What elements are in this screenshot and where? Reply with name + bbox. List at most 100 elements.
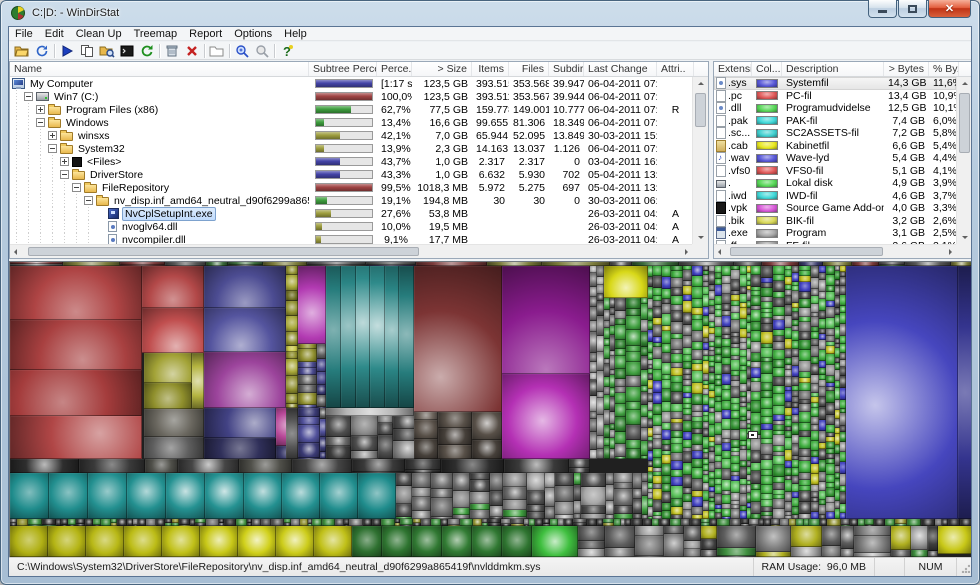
treemap-cell: [740, 494, 747, 506]
treemap-cell: [683, 336, 692, 348]
menu-item-help[interactable]: Help: [278, 27, 313, 41]
tree-row[interactable]: Program Files (x86)62,7%77,5 GB159.77814…: [10, 103, 692, 116]
expand-icon[interactable]: [36, 105, 45, 114]
ext-header-4[interactable]: % By..: [929, 62, 959, 76]
menu-item-treemap[interactable]: Treemap: [128, 27, 184, 41]
treemap-cell: [740, 467, 747, 479]
menu-item-report[interactable]: Report: [183, 27, 228, 41]
tree-horizontal-scrollbar[interactable]: [10, 244, 692, 258]
tree-header-8[interactable]: Attri..: [657, 62, 694, 76]
collapse-icon[interactable]: [72, 183, 81, 192]
menu-item-edit[interactable]: Edit: [39, 27, 70, 41]
tree-row[interactable]: Windows13,4%16,6 GB99.65581.30618.34906-…: [10, 116, 692, 129]
treemap-cell: [958, 266, 972, 519]
tree-header-0[interactable]: Name: [10, 62, 309, 76]
collapse-icon[interactable]: [48, 144, 57, 153]
toolbar-button-copy[interactable]: [77, 42, 97, 59]
extension-row[interactable]: .vpkSource Game Add-on4,0 GB3,3%: [714, 202, 956, 215]
toolbar-button-refresh[interactable]: [137, 42, 157, 59]
collapse-icon[interactable]: [60, 170, 69, 179]
tree-header-4[interactable]: Items: [472, 62, 509, 76]
treemap-cell: [683, 355, 692, 362]
treemap-cell: [431, 489, 453, 498]
extension-row[interactable]: .vfs0VFS0-fil5,1 GB4,1%: [714, 165, 956, 178]
tree-header-2[interactable]: Perce...: [377, 62, 412, 76]
tree-row[interactable]: My Computer[1:17 s]123,5 GB393.515353.56…: [10, 77, 692, 90]
toolbar-button-recycle-bin[interactable]: [162, 42, 182, 59]
collapse-icon[interactable]: [36, 118, 45, 127]
tree-row[interactable]: Win7 (C:)100,0%123,5 GB393.511353.56739.…: [10, 90, 692, 103]
title-bar[interactable]: C:|D: - WinDirStat ✕: [0, 0, 980, 26]
resize-grip[interactable]: [957, 558, 972, 576]
treemap-cell: [615, 325, 626, 340]
menu-item-file[interactable]: File: [9, 27, 39, 41]
tree-header-6[interactable]: Subdirs: [549, 62, 584, 76]
extension-row[interactable]: .dllProgramudvidelse12,5 GB10,1%: [714, 102, 956, 115]
extension-row[interactable]: .exeProgram3,1 GB2,5%: [714, 227, 956, 240]
percentage-bar: [315, 235, 373, 244]
toolbar-button-rescan[interactable]: [32, 42, 52, 59]
tree-header-3[interactable]: > Size: [412, 62, 472, 76]
percentage-cell: 42,1%: [377, 130, 412, 142]
tree-guide: [12, 103, 24, 116]
tree-row[interactable]: nvcompiler.dll9,1%17,7 MB26-03-2011 04:3…: [10, 233, 692, 244]
toolbar-button-zoom-in[interactable]: [232, 42, 252, 59]
ext-header-3[interactable]: > Bytes: [884, 62, 929, 76]
menu-item-clean-up[interactable]: Clean Up: [70, 27, 128, 41]
treemap-cell: [412, 526, 442, 557]
treemap-view[interactable]: [9, 261, 972, 558]
toolbar-button-open-folder[interactable]: [12, 42, 32, 59]
tree-row[interactable]: FileRepository99,5%1018,3 MB5.9725.27569…: [10, 181, 692, 194]
extension-row[interactable]: .pakPAK-fil7,4 GB6,0%: [714, 115, 956, 128]
extension-row[interactable]: .bikBIK-fil3,2 GB2,6%: [714, 215, 956, 228]
tree-header-7[interactable]: Last Change: [584, 62, 657, 76]
tree-row[interactable]: NvCplSetupInt.exe27,6%53,8 MB26-03-2011 …: [10, 207, 692, 220]
menu-item-options[interactable]: Options: [228, 27, 278, 41]
toolbar-button-zoom-out[interactable]: [252, 42, 272, 59]
extension-horizontal-scrollbar[interactable]: [714, 244, 956, 258]
toolbar-button-empty-folder[interactable]: [207, 42, 227, 59]
toolbar-button-play[interactable]: [57, 42, 77, 59]
percentage-cell: [1:17 s]: [377, 78, 412, 90]
explorer-icon: [99, 43, 115, 59]
toolbar-button-delete[interactable]: [182, 42, 202, 59]
ext-header-1[interactable]: Col...: [752, 62, 782, 76]
extension-row[interactable]: .sc...SC2ASSETS-fil7,2 GB5,8%: [714, 127, 956, 140]
tree-row[interactable]: DriverStore43,3%1,0 GB6.6325.93070205-04…: [10, 168, 692, 181]
tree-row[interactable]: winsxs42,1%7,0 GB65.94452.09513.84930-03…: [10, 129, 692, 142]
close-button[interactable]: ✕: [928, 0, 971, 18]
tree-header-1[interactable]: Subtree Percent...: [309, 62, 377, 76]
treemap-cell: [545, 507, 555, 519]
extension-row[interactable]: .pcPC-fil13,4 GB10,9%: [714, 90, 956, 103]
treemap-cell: [574, 501, 581, 514]
treemap-cell: [590, 380, 597, 396]
toolbar-button-help[interactable]: ?: [277, 42, 297, 59]
tree-row[interactable]: nvoglv64.dll10,0%19,5 MB26-03-2011 04:37…: [10, 220, 692, 233]
tree-row[interactable]: nv_disp.inf_amd64_neutral_d90f6299a86541…: [10, 194, 692, 207]
treemap-cell: [731, 440, 740, 448]
ext-header-0[interactable]: Extensi...: [714, 62, 752, 76]
tree-vertical-scrollbar[interactable]: [692, 77, 708, 244]
toolbar-button-explorer[interactable]: [97, 42, 117, 59]
expand-icon[interactable]: [60, 157, 69, 166]
treemap-cell: [490, 491, 503, 506]
tree-row[interactable]: <Files>43,7%1,0 GB2.3172.317003-04-2011 …: [10, 155, 692, 168]
collapse-icon[interactable]: [84, 196, 93, 205]
extension-vertical-scrollbar[interactable]: [956, 77, 972, 244]
extension-row[interactable]: .cabKabinetfil6,6 GB5,4%: [714, 140, 956, 153]
treemap-cell: [614, 519, 621, 526]
extension-row[interactable]: .iwdIWD-fil4,6 GB3,7%: [714, 190, 956, 203]
minimize-button[interactable]: [868, 0, 897, 18]
extension-row[interactable]: .wavWave-lyd5,4 GB4,4%: [714, 152, 956, 165]
toolbar-button-console[interactable]: [117, 42, 137, 59]
tree-header-5[interactable]: Files: [509, 62, 549, 76]
extension-row[interactable]: .Lokal disk4,9 GB3,9%: [714, 177, 956, 190]
expand-icon[interactable]: [48, 131, 57, 140]
treemap-cell: [692, 266, 703, 276]
tree-row[interactable]: System3213,9%2,3 GB14.16313.0371.12606-0…: [10, 142, 692, 155]
collapse-icon[interactable]: [24, 92, 33, 101]
treemap-cell: [671, 431, 683, 438]
ext-header-2[interactable]: Description: [782, 62, 884, 76]
maximize-button[interactable]: [898, 0, 927, 18]
extension-row[interactable]: .sysSystemfil14,3 GB11,6%: [714, 77, 956, 90]
